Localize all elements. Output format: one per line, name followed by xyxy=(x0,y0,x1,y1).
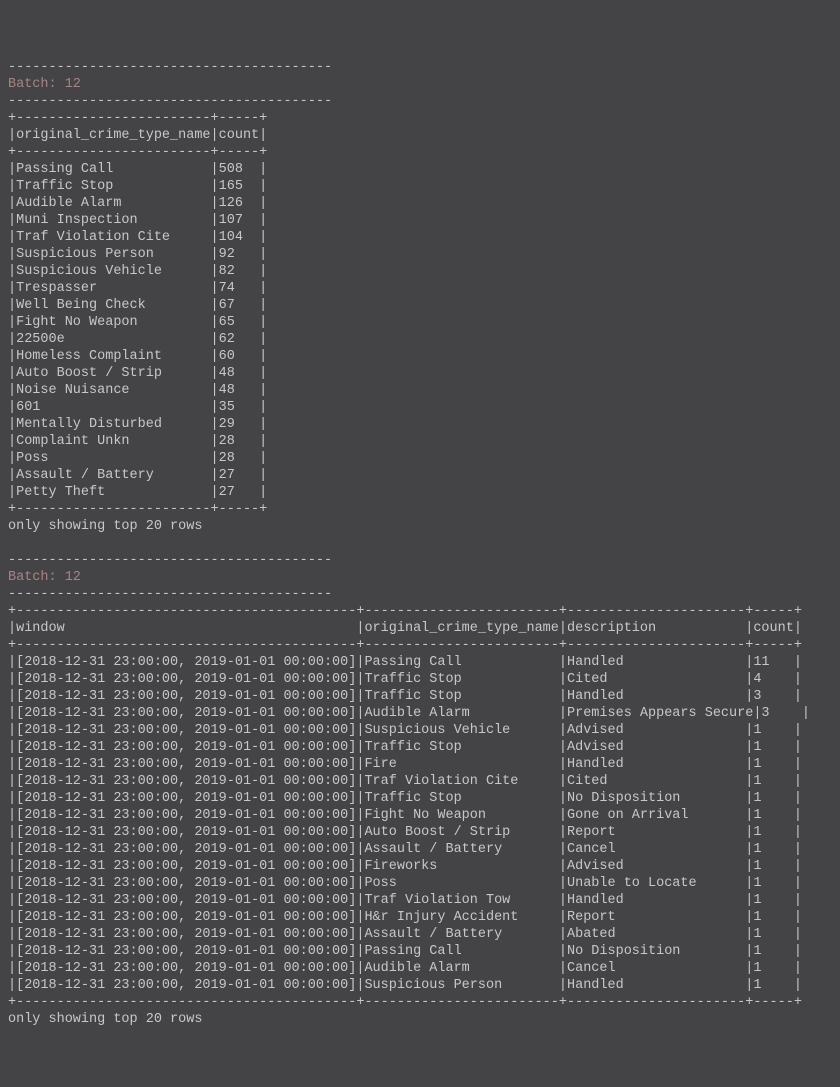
table-footer-1: only showing top 20 rows xyxy=(8,519,202,534)
separator-line: ---------------------------------------- xyxy=(8,553,332,568)
separator-line: ---------------------------------------- xyxy=(8,94,332,109)
separator-line: ---------------------------------------- xyxy=(8,60,332,75)
batch-label-1: Batch: 12 xyxy=(8,77,81,92)
crime-count-table: +------------------------+-----+ |origin… xyxy=(8,111,267,517)
batch-label-2: Batch: 12 xyxy=(8,570,81,585)
crime-window-table: +---------------------------------------… xyxy=(8,604,810,1010)
table-footer-2: only showing top 20 rows xyxy=(8,1012,202,1027)
separator-line: ---------------------------------------- xyxy=(8,587,332,602)
